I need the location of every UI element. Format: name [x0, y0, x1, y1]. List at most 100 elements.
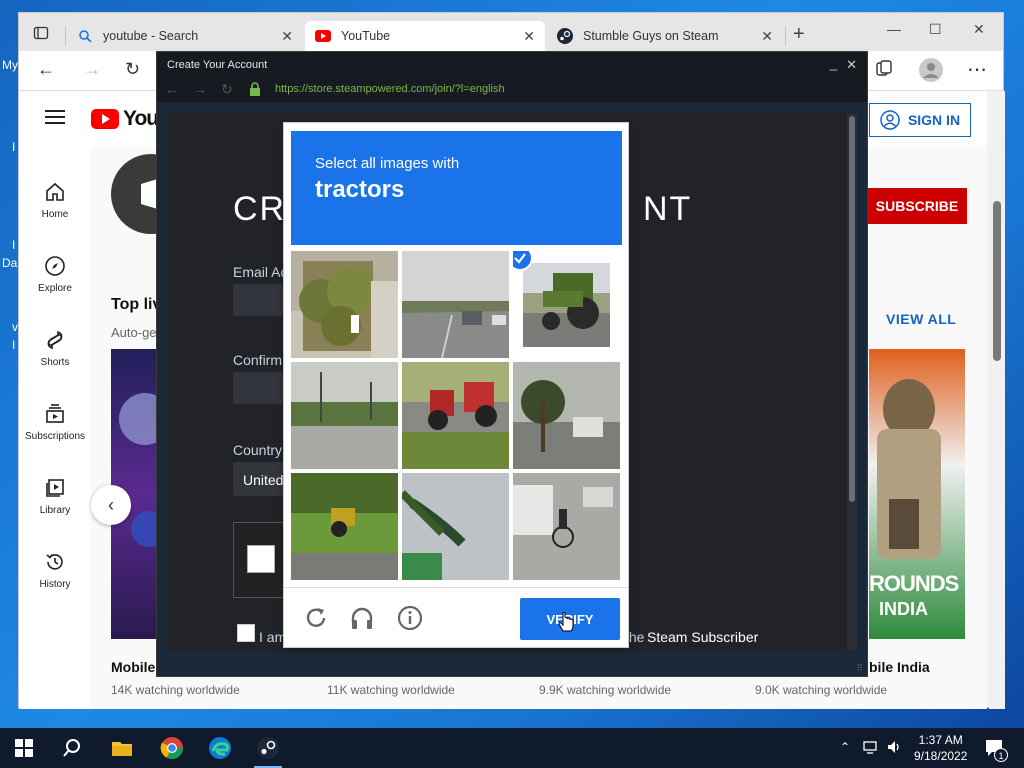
account-icon [880, 110, 900, 130]
collections-icon[interactable] [875, 59, 893, 82]
captcha-tile-8[interactable] [402, 473, 509, 580]
subscribe-button[interactable]: SUBSCRIBE [867, 188, 967, 224]
more-menu-icon[interactable]: ⋯ [967, 57, 987, 82]
page-scrollbar[interactable] [989, 91, 1005, 709]
tab-actions-icon[interactable] [33, 25, 49, 44]
desktop-icon-label[interactable]: I [12, 338, 15, 352]
audio-challenge-icon[interactable] [348, 604, 376, 632]
captcha-tile-9[interactable] [513, 473, 620, 580]
clock-time: 1:37 AM [918, 733, 963, 747]
taskbar: ⌃ 1:37 AM 9/18/2022 1 [0, 728, 1024, 768]
library-icon [46, 479, 64, 497]
back-icon[interactable]: ← [165, 81, 179, 97]
tab-youtube[interactable]: YouTube ✕ [305, 21, 545, 51]
close-tab-icon[interactable]: ✕ [281, 28, 293, 45]
desktop-icon-label[interactable]: Da [2, 256, 17, 270]
show-hidden-icons[interactable]: ⌃ [840, 740, 850, 754]
chrome-icon[interactable] [160, 736, 184, 760]
tab-label: YouTube [341, 29, 391, 43]
captcha-grid [291, 251, 622, 581]
desktop-icon-label[interactable]: My [2, 58, 18, 72]
refresh-icon[interactable]: ↻ [221, 81, 233, 98]
tab-bar: youtube - Search ✕ YouTube ✕ Stumble Guy… [19, 13, 1003, 51]
captcha-tile-1[interactable] [291, 251, 398, 358]
email-label: Email Ac [233, 264, 288, 280]
edge-icon[interactable] [208, 736, 232, 760]
agree-checkbox[interactable] [237, 624, 255, 642]
search-icon[interactable] [60, 736, 84, 760]
sidebar-item-shorts[interactable]: Shorts [19, 329, 91, 368]
desktop-icon-label[interactable]: I [12, 238, 15, 252]
video-title[interactable]: bile India [869, 659, 930, 675]
minimize-icon[interactable]: _ [830, 56, 837, 71]
network-icon[interactable] [862, 739, 878, 760]
start-icon[interactable] [12, 736, 36, 760]
youtube-icon [315, 28, 331, 44]
sidebar-item-history[interactable]: History [19, 551, 91, 590]
forward-icon[interactable]: → [83, 59, 101, 80]
clock[interactable]: 1:37 AM 9/18/2022 [914, 732, 967, 764]
captcha-tile-3[interactable] [513, 251, 620, 358]
profile-avatar[interactable] [919, 58, 943, 87]
close-window-icon[interactable]: ✕ [973, 21, 985, 38]
file-explorer-icon[interactable] [110, 736, 134, 760]
recaptcha-box [233, 522, 285, 598]
captcha-instruction: Select all images with [315, 155, 460, 172]
reload-icon[interactable] [302, 604, 330, 632]
view-all-link[interactable]: VIEW ALL [886, 311, 956, 327]
notification-badge: 1 [994, 748, 1008, 762]
page-heading-end: NT [643, 190, 693, 228]
close-icon[interactable]: ✕ [846, 57, 857, 73]
close-tab-icon[interactable]: ✕ [523, 28, 535, 45]
tab-youtube-search[interactable]: youtube - Search ✕ [67, 21, 303, 51]
tab-label: youtube - Search [103, 29, 199, 43]
subscriptions-icon [46, 404, 64, 423]
sidebar-item-subscriptions[interactable]: Subscriptions [19, 403, 91, 442]
video-thumbnail[interactable]: ROUNDS INDIA [869, 349, 965, 639]
url-text[interactable]: https://store.steampowered.com/join/?l=e… [275, 83, 505, 95]
tab-steam[interactable]: Stumble Guys on Steam ✕ [547, 21, 783, 51]
section-title: Top liv [111, 296, 162, 313]
steam-scrollbar[interactable] [847, 114, 857, 650]
recaptcha-checkbox[interactable] [247, 545, 275, 573]
country-label: Country [233, 442, 283, 458]
captcha-tile-6[interactable] [513, 362, 620, 469]
tab-label: Stumble Guys on Steam [583, 29, 719, 43]
sidebar-item-explore[interactable]: Explore [19, 255, 91, 294]
video-title[interactable]: Mobile [111, 659, 155, 675]
maximize-icon[interactable]: ☐ [929, 21, 942, 38]
new-tab-button[interactable]: + [793, 23, 805, 46]
steam-icon [557, 28, 573, 44]
home-icon [46, 182, 64, 201]
lock-icon [249, 82, 261, 101]
history-icon [46, 553, 63, 570]
resize-grip-icon[interactable]: ⠿ [856, 663, 863, 674]
steam-icon[interactable] [256, 736, 280, 760]
minimize-icon[interactable]: — [887, 21, 901, 37]
section-subtitle: Auto-ge [111, 325, 157, 340]
forward-icon[interactable]: → [193, 81, 207, 97]
info-icon[interactable] [396, 604, 424, 632]
desktop-icon-label[interactable]: I [12, 140, 15, 154]
steam-address-bar: ← → ↻ https://store.steampowered.com/joi… [157, 78, 867, 102]
captcha-tile-7[interactable] [291, 473, 398, 580]
captcha-tile-4[interactable] [291, 362, 398, 469]
compass-icon [45, 256, 65, 276]
hamburger-icon[interactable] [45, 109, 65, 130]
sidebar-item-home[interactable]: Home [19, 181, 91, 220]
captcha-target: tractors [315, 176, 405, 203]
sidebar-item-library[interactable]: Library [19, 477, 91, 516]
search-icon [77, 28, 93, 44]
refresh-icon[interactable]: ↻ [125, 59, 140, 80]
captcha-tile-5[interactable] [402, 362, 509, 469]
confirm-email-label: Confirm [233, 352, 283, 368]
video-meta: 9.9K watching worldwide [539, 683, 672, 697]
back-icon[interactable]: ← [37, 59, 55, 80]
carousel-prev-button[interactable]: ‹ [91, 485, 131, 525]
close-tab-icon[interactable]: ✕ [761, 28, 773, 45]
captcha-tile-2[interactable] [402, 251, 509, 358]
agreement-link[interactable]: Steam Subscriber [647, 629, 758, 645]
volume-icon[interactable] [886, 739, 902, 760]
sign-in-button[interactable]: SIGN IN [869, 103, 971, 137]
youtube-sidebar: Home Explore Shorts Subscriptions Librar… [19, 147, 91, 709]
